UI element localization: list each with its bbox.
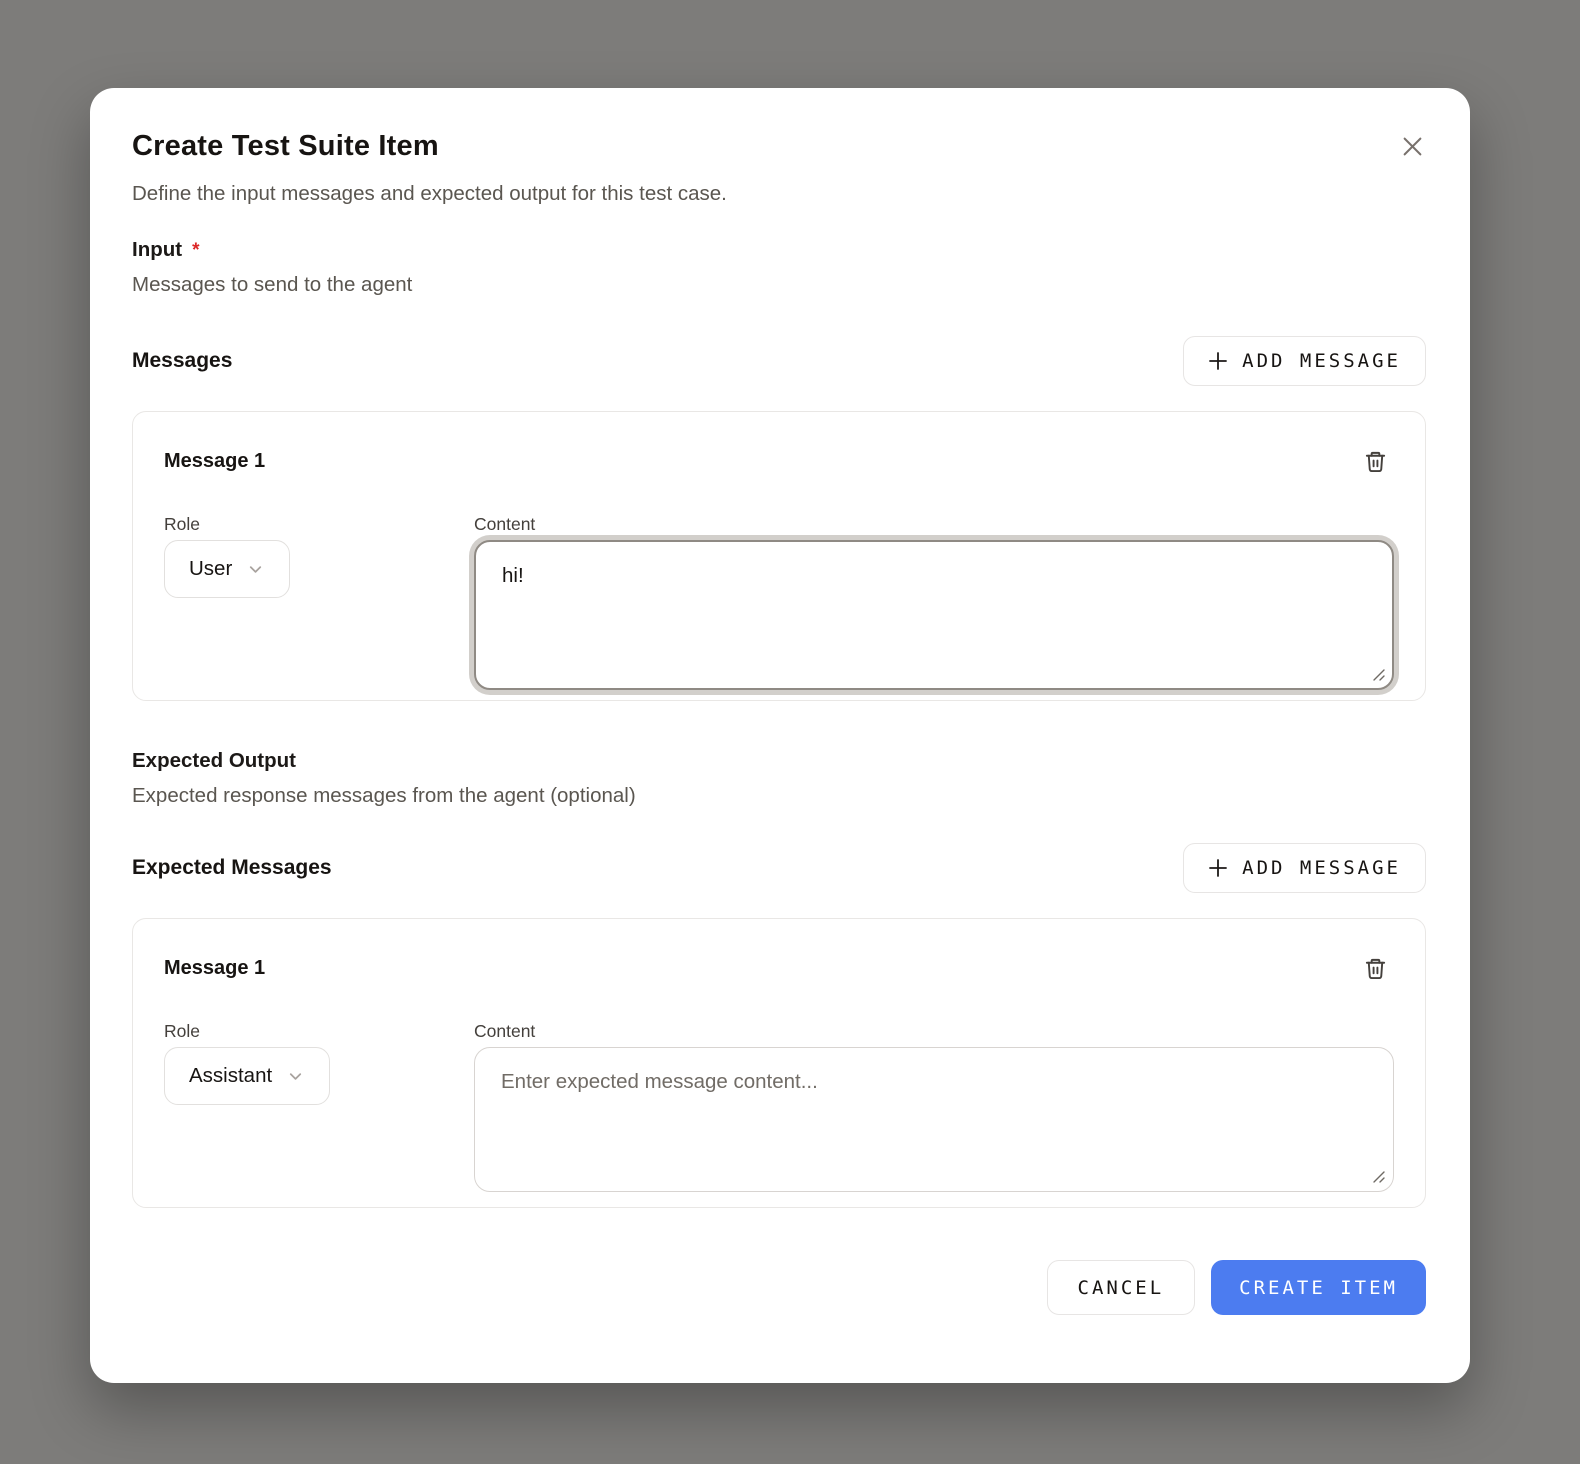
role-field: Role User — [164, 512, 449, 690]
expected-output-description: Expected response messages from the agen… — [132, 782, 1426, 810]
add-expected-message-button[interactable]: ADD MESSAGE — [1183, 843, 1426, 893]
expected-message-card: Message 1 Role Assistant Content — [132, 918, 1426, 1208]
message-card-header: Message 1 — [164, 949, 1394, 987]
role-field: Role Assistant — [164, 1019, 449, 1192]
input-label: Input — [132, 238, 182, 262]
trash-icon — [1364, 450, 1387, 473]
message-title: Message 1 — [164, 957, 265, 980]
input-section-description: Messages to send to the agent — [132, 271, 1426, 299]
close-icon — [1399, 133, 1426, 160]
dialog-footer: CANCEL CREATE ITEM — [132, 1260, 1426, 1315]
required-asterisk: * — [192, 240, 199, 262]
dialog-subtitle: Define the input messages and expected o… — [132, 180, 1426, 208]
content-label: Content — [474, 514, 535, 534]
expected-output-header: Expected Output — [132, 749, 1426, 773]
delete-expected-message-button[interactable] — [1356, 949, 1394, 987]
create-test-suite-item-dialog: Create Test Suite Item Define the input … — [90, 88, 1470, 1383]
input-section-header: Input * — [132, 238, 1426, 262]
content-textarea-wrap — [474, 1047, 1394, 1192]
expected-messages-header-row: Expected Messages ADD MESSAGE — [132, 843, 1426, 893]
add-message-label: ADD MESSAGE — [1242, 350, 1401, 372]
messages-label: Messages — [132, 349, 232, 373]
create-item-button[interactable]: CREATE ITEM — [1211, 1260, 1426, 1315]
expected-content-textarea[interactable] — [474, 1047, 1394, 1192]
input-content-textarea[interactable]: hi! — [474, 540, 1394, 690]
expected-messages-label: Expected Messages — [132, 856, 332, 880]
expected-output-label: Expected Output — [132, 749, 296, 773]
add-message-label: ADD MESSAGE — [1242, 857, 1401, 879]
close-button[interactable] — [1390, 124, 1434, 168]
message-card-header: Message 1 — [164, 442, 1394, 480]
plus-icon — [1206, 349, 1230, 373]
cancel-button[interactable]: CANCEL — [1047, 1260, 1196, 1315]
message-title: Message 1 — [164, 450, 265, 473]
role-select[interactable]: User — [164, 540, 290, 598]
input-message-card: Message 1 Role User Content — [132, 411, 1426, 701]
content-textarea-wrap: hi! — [474, 540, 1394, 690]
expected-role-select[interactable]: Assistant — [164, 1047, 330, 1105]
content-field: Content — [474, 1019, 1394, 1192]
role-select-value: Assistant — [189, 1064, 272, 1088]
role-label: Role — [164, 512, 200, 536]
content-label: Content — [474, 1021, 535, 1041]
messages-header-row: Messages ADD MESSAGE — [132, 336, 1426, 386]
message-fields: Role Assistant Content — [164, 1019, 1394, 1192]
content-field: Content hi! — [474, 512, 1394, 690]
delete-input-message-button[interactable] — [1356, 442, 1394, 480]
chevron-down-icon — [246, 560, 265, 579]
message-fields: Role User Content hi! — [164, 512, 1394, 690]
role-select-value: User — [189, 557, 232, 581]
role-label: Role — [164, 1019, 200, 1043]
add-input-message-button[interactable]: ADD MESSAGE — [1183, 336, 1426, 386]
chevron-down-icon — [286, 1067, 305, 1086]
plus-icon — [1206, 856, 1230, 880]
trash-icon — [1364, 957, 1387, 980]
page-title: Create Test Suite Item — [132, 130, 1426, 163]
